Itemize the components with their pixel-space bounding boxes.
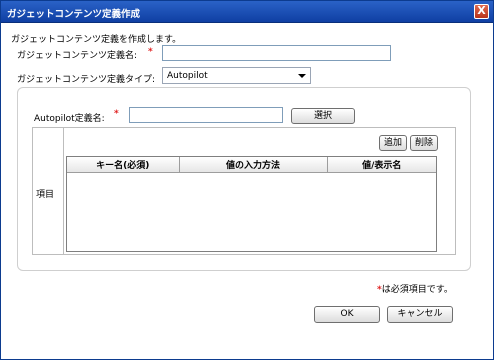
delete-item-button[interactable]: 削除 — [410, 135, 438, 151]
items-grid: キー名(必須) 値の入力方法 値/表示名 — [66, 156, 437, 252]
autopilot-name-label: Autopilot定義名: — [34, 114, 105, 124]
form-description: ガジェットコンテンツ定義を作成します。 — [11, 35, 182, 45]
items-label: 項目 — [36, 190, 55, 200]
ok-button[interactable]: OK — [314, 306, 380, 323]
add-item-button[interactable]: 追加 — [379, 135, 407, 151]
autopilot-name-input[interactable] — [129, 107, 283, 123]
chevron-down-icon — [298, 74, 306, 78]
gadget-content-definition-dialog: ガジェットコンテンツ定義作成 X ガジェットコンテンツ定義を作成します。 ガジェ… — [0, 0, 494, 360]
items-divider — [63, 127, 64, 255]
close-icon[interactable]: X — [474, 4, 489, 19]
select-button[interactable]: 選択 — [291, 108, 355, 124]
column-header-input-method[interactable]: 値の入力方法 — [179, 157, 328, 173]
definition-type-selected-value: Autopilot — [167, 71, 208, 81]
column-header-key[interactable]: キー名(必須) — [67, 157, 180, 173]
definition-name-label: ガジェットコンテンツ定義名: — [17, 51, 138, 61]
required-note-text: は必須項目です。 — [381, 285, 453, 295]
cancel-button[interactable]: キャンセル — [387, 306, 453, 323]
definition-name-input[interactable] — [162, 45, 391, 61]
dialog-titlebar: ガジェットコンテンツ定義作成 X — [1, 1, 493, 23]
definition-type-label: ガジェットコンテンツ定義タイプ: — [17, 75, 156, 85]
dialog-title: ガジェットコンテンツ定義作成 — [7, 9, 141, 20]
required-note: *は必須項目です。 — [377, 282, 453, 295]
definition-name-required-mark: * — [148, 47, 153, 57]
column-header-value[interactable]: 値/表示名 — [327, 157, 436, 173]
definition-type-select[interactable]: Autopilot — [162, 67, 311, 84]
autopilot-name-required-mark: * — [114, 109, 119, 119]
